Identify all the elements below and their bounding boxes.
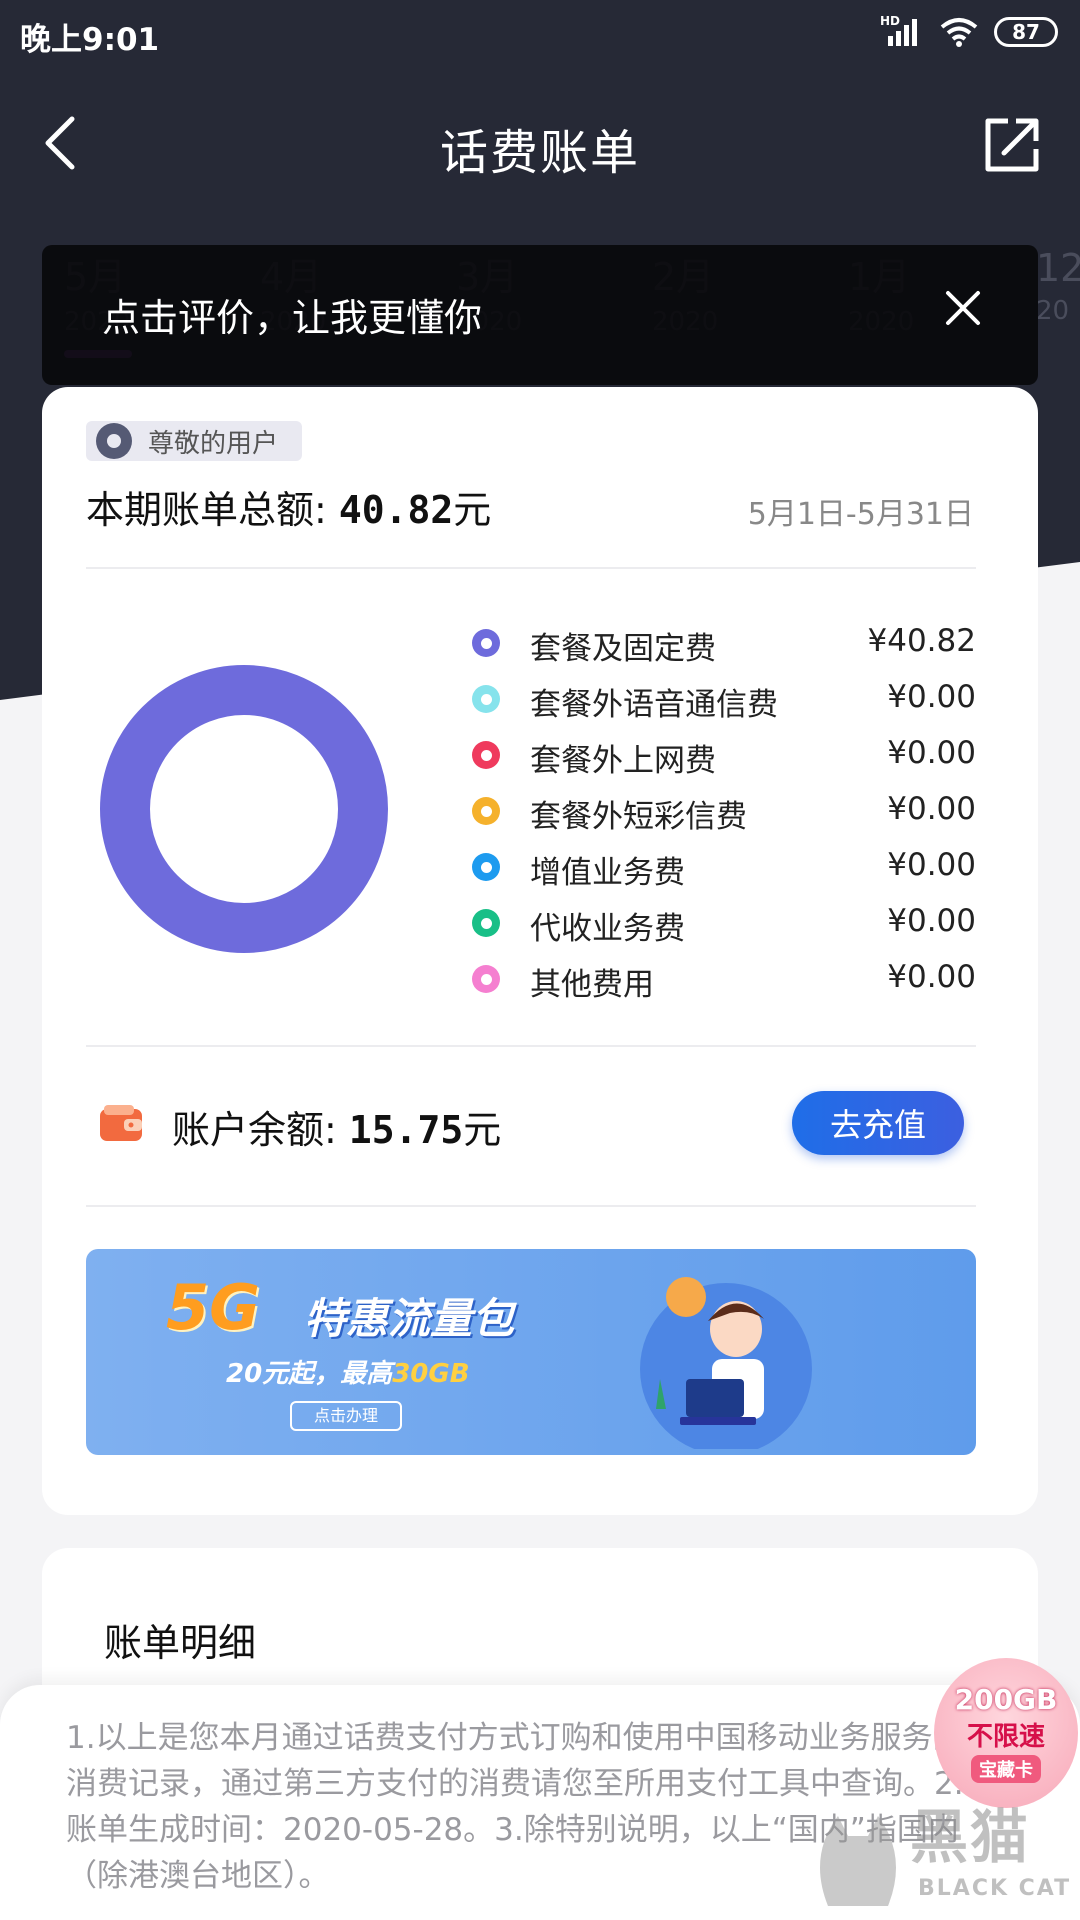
floating-promo-badge[interactable]: 200GB 不限速 宝藏卡 <box>934 1658 1078 1808</box>
feedback-toast[interactable]: 点击评价，让我更懂你 <box>42 245 1038 385</box>
watermark-cn: 黑猫 <box>910 1803 1031 1871</box>
legend-item: 套餐外上网费 ¥0.00 <box>472 727 976 783</box>
total-unit: 元 <box>453 488 492 532</box>
5g-promo-banner[interactable]: 5G 特惠流量包 20元起，最高30GB 点击办理 <box>86 1249 976 1455</box>
legend-name: 其他费用 <box>530 967 654 1003</box>
detail-title: 账单明细 <box>104 1621 257 1665</box>
month-tab-december[interactable]: 12 20 <box>1036 246 1080 326</box>
legend-value: ¥0.00 <box>887 959 976 995</box>
wallet-icon <box>100 1105 142 1141</box>
total-label: 本期账单总额: <box>86 488 339 532</box>
promo-line3: 宝藏卡 <box>971 1755 1041 1783</box>
legend-dot <box>472 965 500 993</box>
cellular-signal-icon: HD <box>880 14 924 48</box>
year-label: 20 <box>1036 296 1070 326</box>
legend-name: 套餐外短彩信费 <box>530 799 747 835</box>
divider <box>86 1045 976 1047</box>
user-badge: 尊敬的用户 <box>86 421 303 461</box>
promo-line1: 200GB <box>954 1683 1058 1716</box>
toast-text: 点击评价，让我更懂你 <box>102 296 483 340</box>
banner-5g-text: 5G <box>166 1271 261 1344</box>
balance-label: 账户余额: <box>172 1108 349 1152</box>
status-time: 晚上9:01 <box>20 22 160 58</box>
legend-dot <box>472 629 500 657</box>
legend-value: ¥0.00 <box>887 847 976 883</box>
close-icon[interactable] <box>938 283 988 333</box>
share-icon[interactable] <box>980 113 1044 177</box>
divider <box>86 567 976 569</box>
banner-action-button[interactable]: 点击办理 <box>290 1401 402 1431</box>
legend-value: ¥0.00 <box>887 735 976 771</box>
watermark: 黑猫 BLACK CAT <box>800 1790 1080 1920</box>
banner-subtitle-highlight: 30GB <box>392 1359 470 1389</box>
legend-item: 其他费用 ¥0.00 <box>472 951 976 1007</box>
legend-value: ¥0.00 <box>887 791 976 827</box>
account-balance: 账户余额: 15.75元 <box>172 1099 501 1154</box>
bill-summary-card: 尊敬的用户 本期账单总额: 40.82元 5月1日-5月31日 套餐及固定费 ¥… <box>42 387 1038 1515</box>
legend-name: 套餐外上网费 <box>530 743 716 779</box>
page-title: 话费账单 <box>439 125 640 181</box>
divider <box>86 1205 976 1207</box>
legend-value: ¥40.82 <box>867 623 976 659</box>
legend-name: 增值业务费 <box>530 855 685 891</box>
recharge-button[interactable]: 去充值 <box>792 1091 964 1155</box>
status-icons: HD 87 <box>880 14 1058 48</box>
legend-item: 代收业务费 ¥0.00 <box>472 895 976 951</box>
status-bar: 晚上9:01 HD 87 <box>0 0 1080 70</box>
legend-value: ¥0.00 <box>887 903 976 939</box>
user-icon <box>96 423 132 459</box>
bill-total: 本期账单总额: 40.82元 <box>86 479 491 534</box>
person-with-laptop-illustration <box>640 1277 812 1449</box>
watermark-en: BLACK CAT <box>918 1876 1072 1901</box>
legend-item: 套餐及固定费 ¥40.82 <box>472 615 976 671</box>
legend-dot <box>472 797 500 825</box>
promo-line2: 不限速 <box>966 1722 1045 1752</box>
legend-name: 代收业务费 <box>530 911 685 947</box>
banner-subtitle: 20元起，最高30GB <box>226 1353 470 1390</box>
legend-value: ¥0.00 <box>887 679 976 715</box>
wifi-icon <box>940 18 978 47</box>
legend-dot <box>472 685 500 713</box>
legend-name: 套餐外语音通信费 <box>530 687 778 723</box>
legend-item: 套餐外语音通信费 ¥0.00 <box>472 671 976 727</box>
total-amount: 40.82 <box>338 488 454 532</box>
banner-title: 特惠流量包 <box>304 1294 515 1343</box>
banner-subtitle-prefix: 20元起，最高 <box>226 1359 393 1389</box>
billing-period: 5月1日-5月31日 <box>747 497 974 532</box>
month-label: 12 <box>1036 246 1080 290</box>
fee-breakdown-legend: 套餐及固定费 ¥40.82 套餐外语音通信费 ¥0.00 套餐外上网费 ¥0.0… <box>472 615 976 1007</box>
balance-amount: 15.75 <box>348 1108 464 1152</box>
balance-unit: 元 <box>463 1108 502 1152</box>
nav-bar: 话费账单 <box>0 95 1080 190</box>
user-label: 尊敬的用户 <box>148 428 279 459</box>
legend-name: 套餐及固定费 <box>530 631 716 667</box>
fee-donut-chart <box>100 665 388 953</box>
legend-dot <box>472 853 500 881</box>
legend-item: 增值业务费 ¥0.00 <box>472 839 976 895</box>
cat-logo-icon <box>820 1816 896 1906</box>
legend-dot <box>472 741 500 769</box>
legend-dot <box>472 909 500 937</box>
legend-item: 套餐外短彩信费 ¥0.00 <box>472 783 976 839</box>
battery-indicator: 87 <box>994 17 1058 47</box>
